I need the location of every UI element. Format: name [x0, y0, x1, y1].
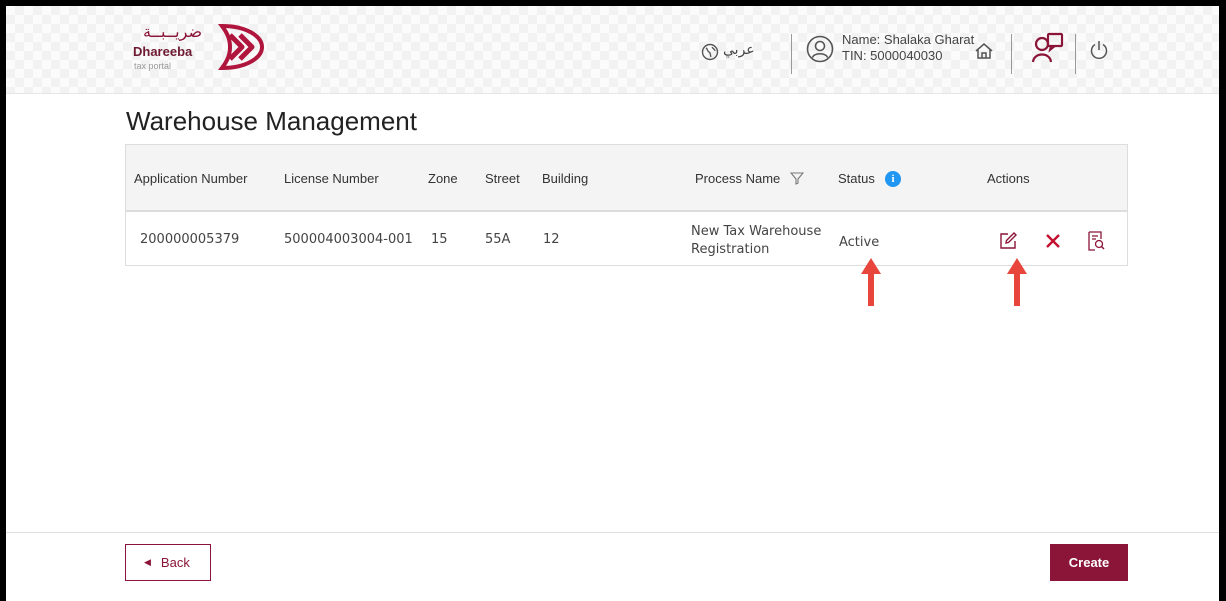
app-window: ضريــبــة Dhareeba tax portal عربي Name:…: [6, 6, 1219, 601]
annotation-arrow-up-icon: [861, 258, 881, 306]
col-status: Status: [838, 171, 875, 186]
language-toggle[interactable]: عربي: [723, 42, 755, 58]
logo-name: Dhareeba: [133, 44, 193, 59]
footer-divider: [6, 532, 1219, 533]
col-building: Building: [542, 171, 589, 186]
cancel-icon[interactable]: [1045, 233, 1061, 249]
back-arrow-icon: ◀: [144, 557, 151, 567]
table-header: Application Number License Number Zone S…: [126, 145, 1127, 212]
filter-icon[interactable]: [790, 171, 804, 185]
header-bar: ضريــبــة Dhareeba tax portal عربي Name:…: [6, 6, 1219, 94]
back-button-label: Back: [160, 555, 190, 570]
header-divider: [1011, 34, 1012, 74]
edit-icon[interactable]: [999, 232, 1017, 250]
col-license-number: License Number: [284, 171, 379, 186]
create-button[interactable]: Create: [1050, 544, 1128, 581]
status-info-icon[interactable]: i: [885, 171, 901, 187]
logo-chevron-icon: [217, 23, 265, 71]
home-icon[interactable]: [973, 40, 995, 62]
cell-zone: 15: [431, 232, 448, 247]
help-icon[interactable]: [1031, 30, 1065, 68]
user-icon: [806, 35, 834, 63]
col-street: Street: [485, 171, 520, 186]
header-divider: [1075, 34, 1076, 74]
globe-icon[interactable]: [701, 43, 719, 61]
dhareeba-logo[interactable]: ضريــبــة Dhareeba tax portal: [133, 20, 273, 82]
header-divider: [791, 34, 792, 74]
status-badge: Active: [839, 235, 880, 250]
power-icon[interactable]: [1088, 39, 1110, 61]
page-title: Warehouse Management: [126, 106, 417, 136]
table-row: 200000005379 500004003004-001 15 55A 12 …: [126, 214, 1127, 265]
logo-tagline: tax portal: [134, 61, 172, 71]
back-button[interactable]: ◀ Back: [125, 544, 211, 581]
warehouse-table: Application Number License Number Zone S…: [125, 144, 1128, 266]
annotation-arrow-up-icon: [1007, 258, 1027, 306]
view-document-icon[interactable]: [1087, 231, 1105, 251]
col-process-name: Process Name: [695, 171, 781, 186]
user-tin: TIN: 5000040030: [842, 48, 943, 63]
user-name: Name: Shalaka Gharat: [842, 32, 975, 47]
cell-building: 12: [543, 232, 560, 247]
cell-application-number: 200000005379: [140, 232, 240, 247]
col-actions: Actions: [987, 171, 1030, 186]
cell-street: 55A: [485, 232, 511, 247]
col-zone: Zone: [428, 171, 458, 186]
cell-process-name-line1: New Tax Warehouse: [691, 224, 822, 239]
cell-license-number: 500004003004-001: [284, 232, 413, 247]
logo-arabic-text: ضريــبــة: [143, 22, 203, 41]
col-application-number: Application Number: [134, 171, 248, 186]
cell-process-name-line2: Registration: [691, 242, 770, 257]
